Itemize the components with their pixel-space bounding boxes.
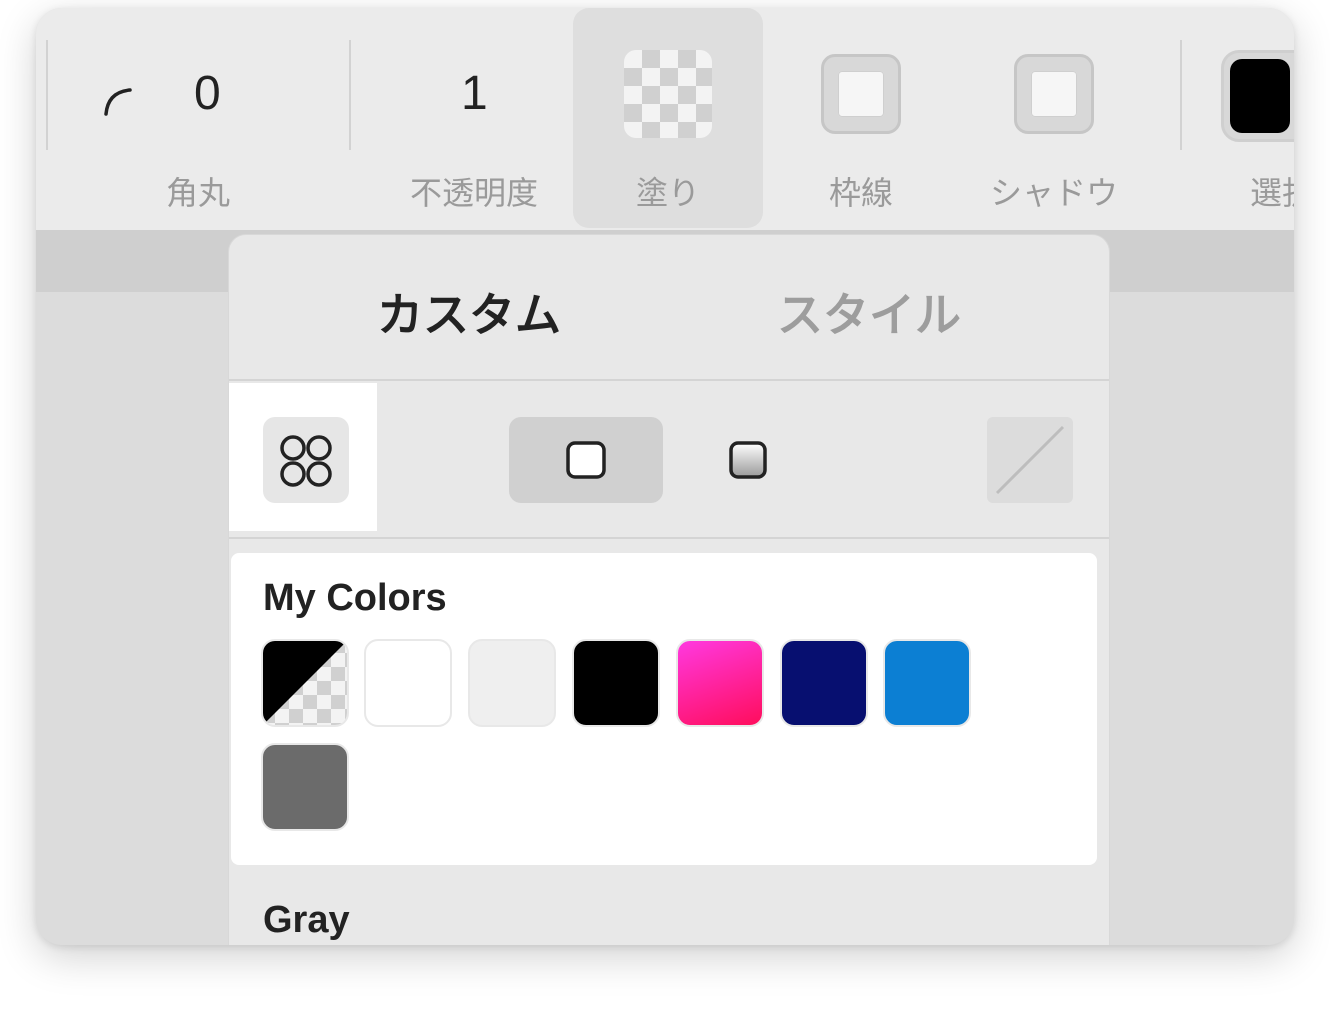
- toolbar-separator: [46, 40, 48, 150]
- palette-mode-cell: [229, 383, 377, 531]
- gradient-mode-button[interactable]: [695, 417, 799, 503]
- my-colors-title: My Colors: [263, 577, 447, 619]
- swatch-white[interactable]: [364, 639, 452, 727]
- toolbar-separator: [349, 40, 351, 150]
- color-picker-popover: カスタム スタイル My Colors Gray: [228, 234, 1110, 945]
- swatch-light-gray[interactable]: [468, 639, 556, 727]
- swatch-pink-gradient[interactable]: [676, 639, 764, 727]
- tab-custom-label: カスタム: [377, 288, 561, 342]
- toolbar-separator: [1180, 40, 1182, 150]
- tab-style-label: スタイル: [777, 288, 961, 342]
- fill-transparent-icon: [624, 50, 712, 138]
- palette-grid-button[interactable]: [263, 417, 349, 503]
- selection-label: 選択: [1250, 174, 1294, 212]
- swatch-black[interactable]: [572, 639, 660, 727]
- swatch-dark-gray[interactable]: [261, 743, 349, 831]
- app-window: 0 角丸 1 不透明度 塗り 枠線 シャドウ 選 カスタム スタイル My Co…: [36, 8, 1294, 945]
- divider: [229, 379, 1109, 381]
- shadow-label: シャドウ: [989, 174, 1119, 212]
- my-colors-section: My Colors: [231, 553, 1097, 865]
- toolbar: 0 角丸 1 不透明度 塗り 枠線 シャドウ 選: [36, 8, 1294, 231]
- no-fill-slash-icon: [995, 425, 1065, 495]
- swatch-blue[interactable]: [883, 639, 971, 727]
- stroke-swatch-icon: [821, 54, 901, 134]
- opacity-label: 不透明度: [409, 174, 539, 212]
- corner-radius-icon: [104, 88, 132, 116]
- solid-square-icon: [566, 441, 606, 479]
- gray-section-title: Gray: [263, 899, 350, 941]
- gradient-square-icon: [729, 441, 767, 479]
- solid-color-mode-button[interactable]: [509, 417, 663, 503]
- no-fill-button[interactable]: [987, 417, 1073, 503]
- opacity-value: 1: [461, 67, 488, 120]
- corner-radius-value: 0: [194, 67, 221, 120]
- stroke-label: 枠線: [828, 174, 894, 212]
- fill-tool-button[interactable]: 塗り: [573, 8, 763, 228]
- corner-radius-label: 角丸: [165, 174, 231, 212]
- swatch-navy[interactable]: [780, 639, 868, 727]
- palette-grid-icon: [280, 435, 332, 487]
- selection-color-swatch-icon: [1221, 50, 1294, 142]
- fill-label: 塗り: [635, 174, 701, 212]
- swatch-black-transparent[interactable]: [261, 639, 349, 727]
- shadow-swatch-icon: [1014, 54, 1094, 134]
- divider: [229, 537, 1109, 539]
